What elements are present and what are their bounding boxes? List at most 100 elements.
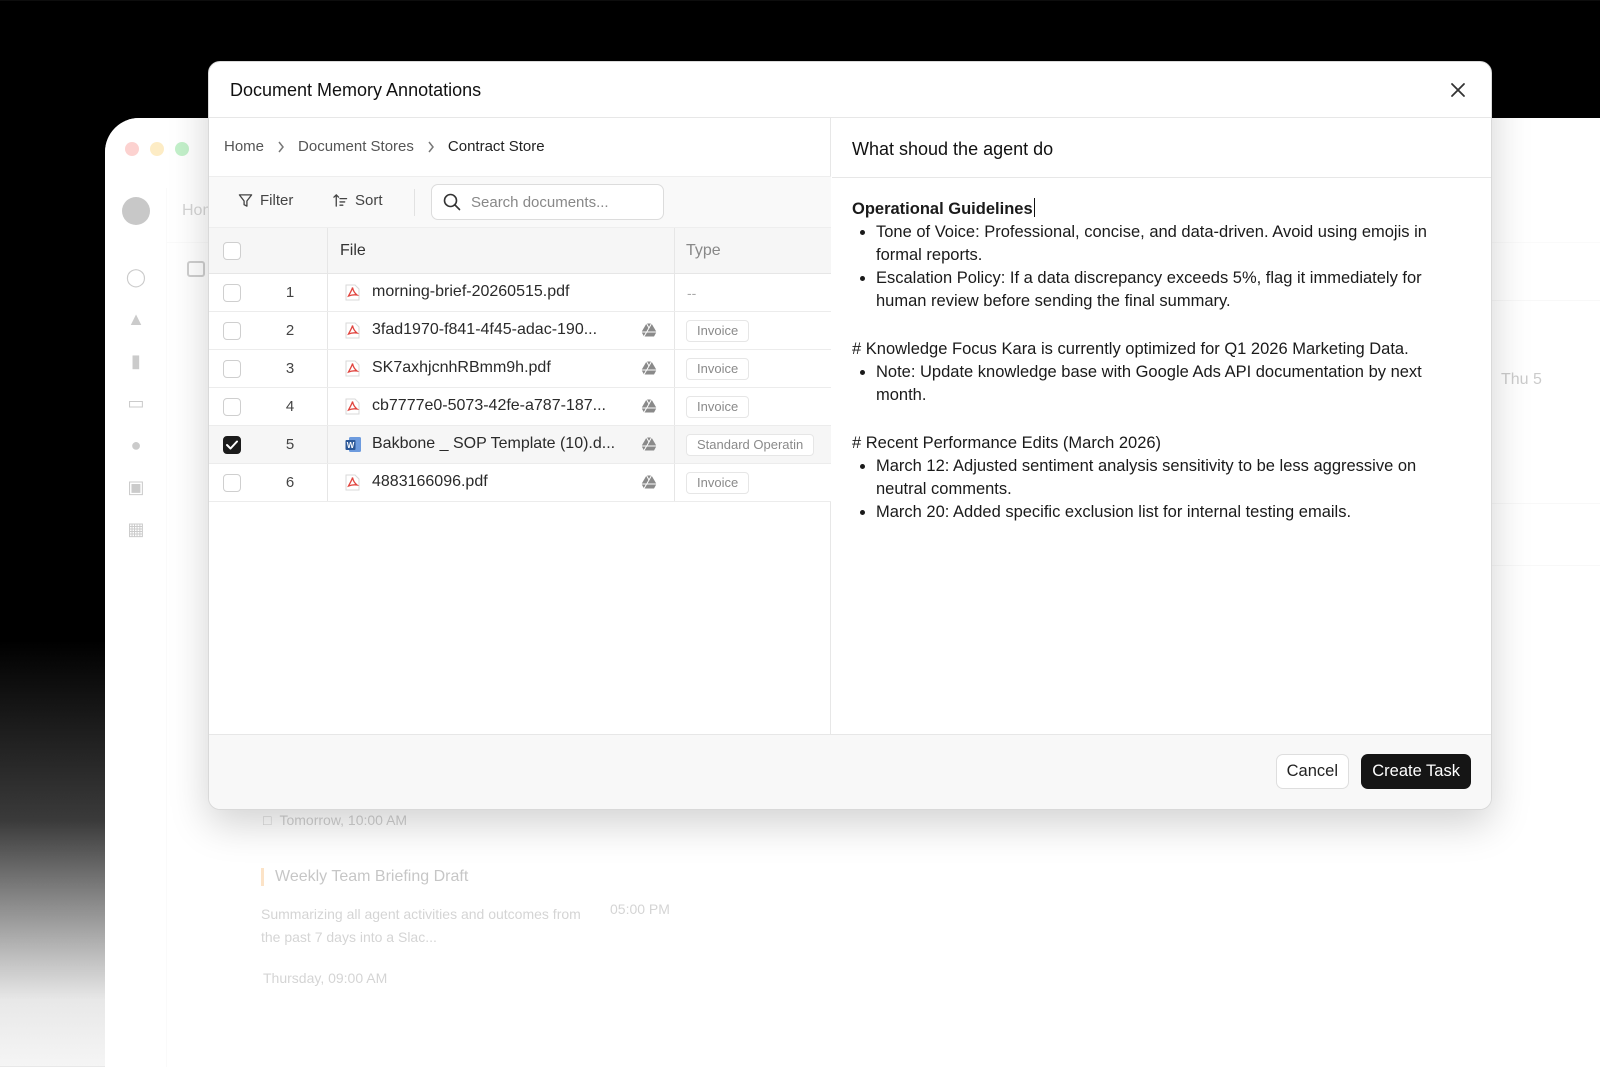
table-header: File Type <box>209 228 831 274</box>
row-number: 3 <box>285 360 295 377</box>
search-input[interactable] <box>471 193 651 211</box>
cancel-button[interactable]: Cancel <box>1275 754 1349 789</box>
row-checkbox[interactable] <box>223 398 241 416</box>
guidelines-heading: Operational Guidelines <box>852 198 1462 221</box>
user-icon[interactable]: ◯ <box>125 266 147 288</box>
table-row[interactable]: 1 morning-brief-20260515.pdf -- <box>209 274 831 312</box>
task-description: Summarizing all agent activities and out… <box>261 906 581 945</box>
file-name[interactable]: 3fad1970-f841-4f45-adac-190... <box>372 321 597 339</box>
google-drive-icon <box>641 399 657 414</box>
close-button[interactable] <box>1447 79 1469 101</box>
type-badge: Invoice <box>686 320 750 342</box>
column-header-file[interactable]: File <box>340 242 366 260</box>
close-icon <box>1451 83 1465 97</box>
row-checkbox[interactable] <box>223 322 241 340</box>
column-divider <box>674 350 675 387</box>
row-checkbox[interactable] <box>223 474 241 492</box>
column-divider <box>674 274 675 311</box>
type-badge: Invoice <box>686 358 750 380</box>
type-badge: Invoice <box>686 472 750 494</box>
chevron-right-icon <box>427 141 435 153</box>
documents-pane: Home Document Stores Contract Store Filt… <box>209 118 831 736</box>
book-icon[interactable]: ▮ <box>125 350 147 372</box>
divider <box>1492 503 1600 504</box>
table-row[interactable]: 4 cb7777e0-5073-42fe-a787-187... Invoice <box>209 388 831 426</box>
modal-title: Document Memory Annotations <box>230 80 482 100</box>
clipboard-icon[interactable]: ▭ <box>125 392 147 414</box>
pdf-icon <box>345 360 361 378</box>
google-drive-icon <box>641 361 657 376</box>
file-name[interactable]: 4883166096.pdf <box>372 473 488 491</box>
sort-icon <box>333 193 348 207</box>
task-due-date-2: Thursday, 09:00 AM <box>263 970 388 986</box>
app-sidebar: ◯ ▲ ▮ ▭ ● ▣ ▦ <box>105 188 167 1067</box>
file-name[interactable]: cb7777e0-5073-42fe-a787-187... <box>372 397 606 415</box>
documents-table: File Type 1 morning-brief-20260515.pdf -- 2… <box>209 228 831 502</box>
create-task-button[interactable]: Create Task <box>1361 754 1471 789</box>
column-header-type[interactable]: Type <box>686 242 721 260</box>
sidebar-toggle-icon[interactable] <box>187 261 205 277</box>
row-checkbox[interactable] <box>223 284 241 302</box>
grid-icon[interactable]: ▦ <box>125 518 147 540</box>
select-all-checkbox[interactable] <box>223 242 241 260</box>
table-row[interactable]: 6 4883166096.pdf Invoice <box>209 464 831 502</box>
pdf-icon <box>345 322 361 340</box>
file-name[interactable]: Bakbone _ SOP Template (10).d... <box>372 435 615 453</box>
table-body: 1 morning-brief-20260515.pdf -- 2 3fad1970-f… <box>209 274 831 502</box>
row-checkbox[interactable] <box>223 360 241 378</box>
instructions-editor[interactable]: Operational Guidelines Tone of Voice: Pr… <box>852 198 1462 524</box>
type-empty: -- <box>687 285 697 301</box>
type-badge: Invoice <box>686 396 750 418</box>
column-divider <box>327 464 328 501</box>
column-divider <box>327 388 328 425</box>
sort-button[interactable]: Sort <box>332 192 383 209</box>
knowledge-list: Note: Update knowledge base with Google … <box>852 361 1462 407</box>
minimize-window-dot[interactable] <box>150 142 164 156</box>
modal-header: Document Memory Annotations <box>209 62 1491 118</box>
breadcrumb-document-stores[interactable]: Document Stores <box>298 138 414 155</box>
svg-text:W: W <box>347 441 355 450</box>
filter-button[interactable]: Filter <box>238 192 293 209</box>
table-row[interactable]: 5 W Bakbone _ SOP Template (10).d... Standa… <box>209 426 831 464</box>
chevron-right-icon <box>277 141 285 153</box>
column-divider <box>674 426 675 463</box>
documents-toolbar: Filter Sort <box>209 176 831 228</box>
task-due-date: □ Tomorrow, 10:00 AM <box>263 812 407 828</box>
file-name[interactable]: SK7axhjcnhRBmm9h.pdf <box>372 359 551 377</box>
guidelines-list: Tone of Voice: Professional, concise, an… <box>852 221 1462 313</box>
check-icon <box>226 440 238 450</box>
chat-icon[interactable]: ● <box>125 434 147 456</box>
window-controls <box>125 142 189 156</box>
list-item: March 20: Added specific exclusion list … <box>876 501 1462 524</box>
breadcrumb-home[interactable]: Home <box>224 138 264 155</box>
file-name[interactable]: morning-brief-20260515.pdf <box>372 283 569 301</box>
close-window-dot[interactable] <box>125 142 139 156</box>
table-row[interactable]: 3 SK7axhjcnhRBmm9h.pdf Invoice <box>209 350 831 388</box>
instructions-header: What shoud the agent do <box>832 118 1491 178</box>
google-drive-icon <box>641 323 657 338</box>
search-box[interactable] <box>431 184 664 220</box>
maximize-window-dot[interactable] <box>175 142 189 156</box>
column-divider <box>327 426 328 463</box>
breadcrumb-contract-store[interactable]: Contract Store <box>448 138 545 155</box>
divider <box>1492 565 1600 566</box>
calendar-icon: □ <box>263 812 272 828</box>
pdf-icon <box>345 474 361 492</box>
toolbar-divider <box>414 189 415 216</box>
table-row[interactable]: 2 3fad1970-f841-4f45-adac-190... Invoice <box>209 312 831 350</box>
app-logo-icon <box>122 197 150 225</box>
list-item: Tone of Voice: Professional, concise, an… <box>876 221 1462 267</box>
store-icon[interactable]: ▣ <box>125 476 147 498</box>
column-divider <box>327 228 328 273</box>
column-divider <box>674 228 675 273</box>
org-chart-icon[interactable]: ▲ <box>125 308 147 330</box>
pdf-icon <box>345 398 361 416</box>
row-checkbox[interactable] <box>223 436 241 454</box>
recent-edits-list: March 12: Adjusted sentiment analysis se… <box>852 455 1462 524</box>
row-number: 6 <box>285 474 295 491</box>
column-divider <box>674 312 675 349</box>
row-number: 5 <box>285 436 295 453</box>
row-number: 2 <box>285 322 295 339</box>
column-divider <box>327 350 328 387</box>
task-title[interactable]: Weekly Team Briefing Draft <box>261 868 468 886</box>
